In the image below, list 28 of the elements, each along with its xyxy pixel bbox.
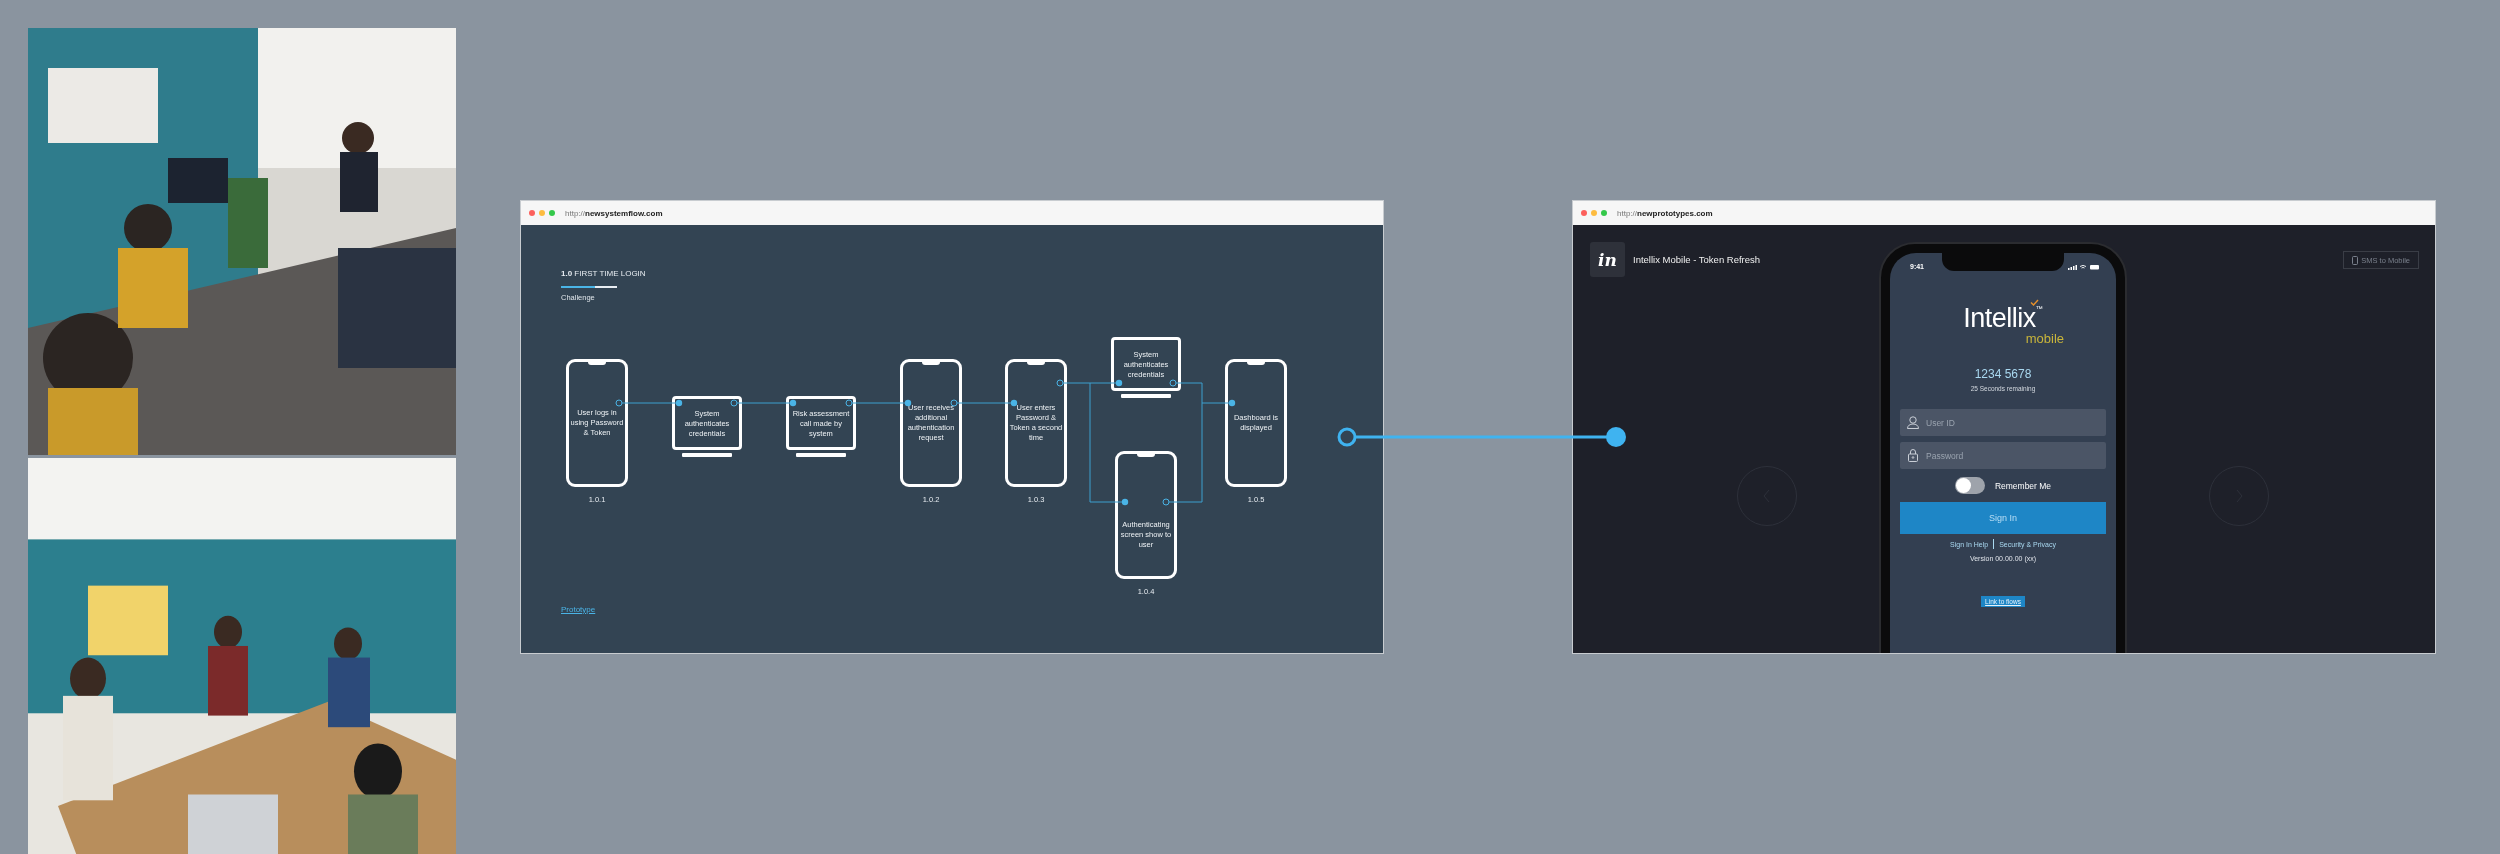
check-icon — [2029, 299, 2039, 306]
close-icon[interactable] — [1581, 210, 1587, 216]
connector-line — [950, 399, 1018, 407]
token-code: 1234 5678 — [1974, 367, 2032, 381]
user-icon — [1906, 415, 1920, 429]
connector-line — [730, 399, 797, 407]
toggle-label: Remember Me — [1994, 480, 2052, 491]
url-text[interactable]: http://newsystemflow.com — [565, 208, 663, 218]
project-title: Intellix Mobile - Token Refresh — [1633, 254, 1761, 265]
close-icon[interactable] — [529, 210, 535, 216]
flow-heading: 1.0 FIRST TIME LOGIN — [561, 269, 646, 278]
maximize-icon[interactable] — [1601, 210, 1607, 216]
maximize-icon[interactable] — [549, 210, 555, 216]
toggle-switch[interactable] — [1954, 477, 1985, 494]
prototype-link[interactable]: Prototype — [561, 605, 596, 614]
brand-subtitle: mobile — [2024, 332, 2065, 345]
connector-line — [845, 399, 912, 407]
url-text[interactable]: http://newprototypes.com — [1617, 208, 1713, 218]
lock-icon — [1906, 448, 1920, 462]
minimize-icon[interactable] — [1591, 210, 1597, 216]
brand-name: Intellix — [1963, 305, 2036, 332]
phone-icon — [2352, 255, 2359, 265]
status-icons — [2068, 263, 2100, 270]
minimize-icon[interactable] — [539, 210, 545, 216]
connector-line — [615, 399, 683, 407]
input-field[interactable]: User ID — [1900, 409, 2106, 436]
input-field[interactable]: Password — [1900, 442, 2106, 469]
app-logo[interactable]: in — [1590, 242, 1625, 277]
